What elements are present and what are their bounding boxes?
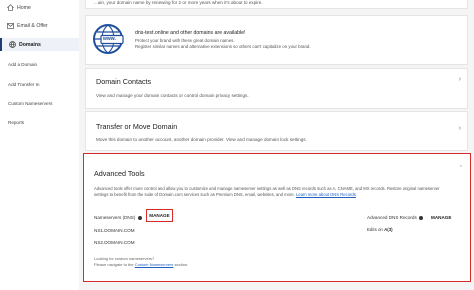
- looking-prefix: Please navigate to the: [94, 262, 134, 267]
- chevron-up-icon[interactable]: ˆ: [460, 166, 462, 173]
- sidebar-item-domains[interactable]: Domains: [0, 38, 79, 51]
- edits-value: A(3): [384, 227, 393, 232]
- learn-more-link[interactable]: Learn more about DNS Records: [296, 192, 356, 197]
- sidebar-item-email-offer[interactable]: Email & Offer: [0, 20, 79, 31]
- top-card-text: ...ain, your domain name by renewing for…: [94, 0, 263, 5]
- nameservers-label-text: Nameservers (DNS): [94, 215, 136, 220]
- sidebar-item-home[interactable]: Home: [0, 2, 79, 13]
- www-globe-icon: www.: [92, 23, 124, 55]
- globe-icon: [8, 41, 16, 49]
- transfer-card[interactable]: Transfer or Move Domain Move this domain…: [85, 111, 468, 151]
- chevron-right-icon[interactable]: ›: [459, 76, 461, 83]
- info-icon[interactable]: [419, 215, 424, 220]
- edits-prefix: Edits on: [367, 227, 383, 232]
- sidebar-subitem-add-transfer[interactable]: Add Transfer In: [8, 82, 39, 87]
- sidebar-subitem-custom-nameservers[interactable]: Custom Nameservers: [8, 101, 52, 106]
- advanced-tools-description: Advanced tools offer more control and al…: [94, 186, 454, 198]
- sidebar-item-label: Domains: [19, 41, 41, 48]
- looking-line-2: Please navigate to the Custom Nameserver…: [94, 262, 188, 268]
- top-partial-card: ...ain, your domain name by renewing for…: [85, 0, 468, 9]
- sidebar-item-label: Email & Offer: [17, 22, 48, 29]
- dns-records-label-text: Advanced DNS Records: [367, 215, 417, 220]
- advanced-tools-title: Advanced Tools: [94, 169, 145, 178]
- mail-icon: [6, 22, 14, 30]
- advanced-tools-card: Advanced Tools ˆ Advanced tools offer mo…: [83, 153, 471, 282]
- advanced-desc-text: Advanced tools offer more control and al…: [94, 186, 440, 198]
- custom-nameservers-link[interactable]: Custom Nameservers: [135, 262, 174, 267]
- domain-contacts-card[interactable]: Domain Contacts View and manage your dom…: [85, 68, 468, 109]
- nameserver-1: NS1.DOMAIN.COM: [94, 228, 135, 233]
- nameserver-2: NS2.DOMAIN.COM: [94, 240, 135, 245]
- nameservers-manage-button[interactable]: MANAGE: [146, 209, 173, 222]
- domain-contacts-description: View and manage your domain contacts or …: [96, 93, 249, 98]
- sidebar-item-label: Home: [17, 4, 31, 11]
- sidebar: Home Email & Offer Domains Add a Domain …: [0, 0, 80, 290]
- advanced-dns-records-label: Advanced DNS Records: [367, 215, 424, 220]
- domain-contacts-title: Domain Contacts: [96, 77, 152, 86]
- promo-title: dns-test.online and other domains are av…: [135, 30, 246, 36]
- custom-nameservers-hint: Looking for custom nameservers? Please n…: [94, 256, 188, 268]
- chevron-right-icon[interactable]: ›: [459, 125, 461, 132]
- dns-edits-summary: Edits on A(3): [367, 227, 393, 232]
- transfer-title: Transfer or Move Domain: [96, 122, 178, 131]
- home-icon: [6, 4, 14, 12]
- dns-records-manage-button[interactable]: MANAGE: [431, 215, 451, 220]
- nameservers-label: Nameservers (DNS): [94, 215, 142, 220]
- app-window: Home Email & Offer Domains Add a Domain …: [0, 0, 474, 290]
- www-text: www.: [103, 36, 116, 42]
- transfer-description: Move this domain to another account, ano…: [96, 137, 307, 142]
- sidebar-subitem-reports[interactable]: Reports: [8, 120, 24, 125]
- sidebar-subitem-add-domain[interactable]: Add a Domain: [8, 62, 37, 67]
- promo-description: Protect your brand with these great doma…: [135, 38, 435, 50]
- info-icon[interactable]: [137, 215, 142, 220]
- looking-suffix: section.: [174, 262, 189, 267]
- promo-line-2: Register similar names and alternative e…: [135, 44, 311, 50]
